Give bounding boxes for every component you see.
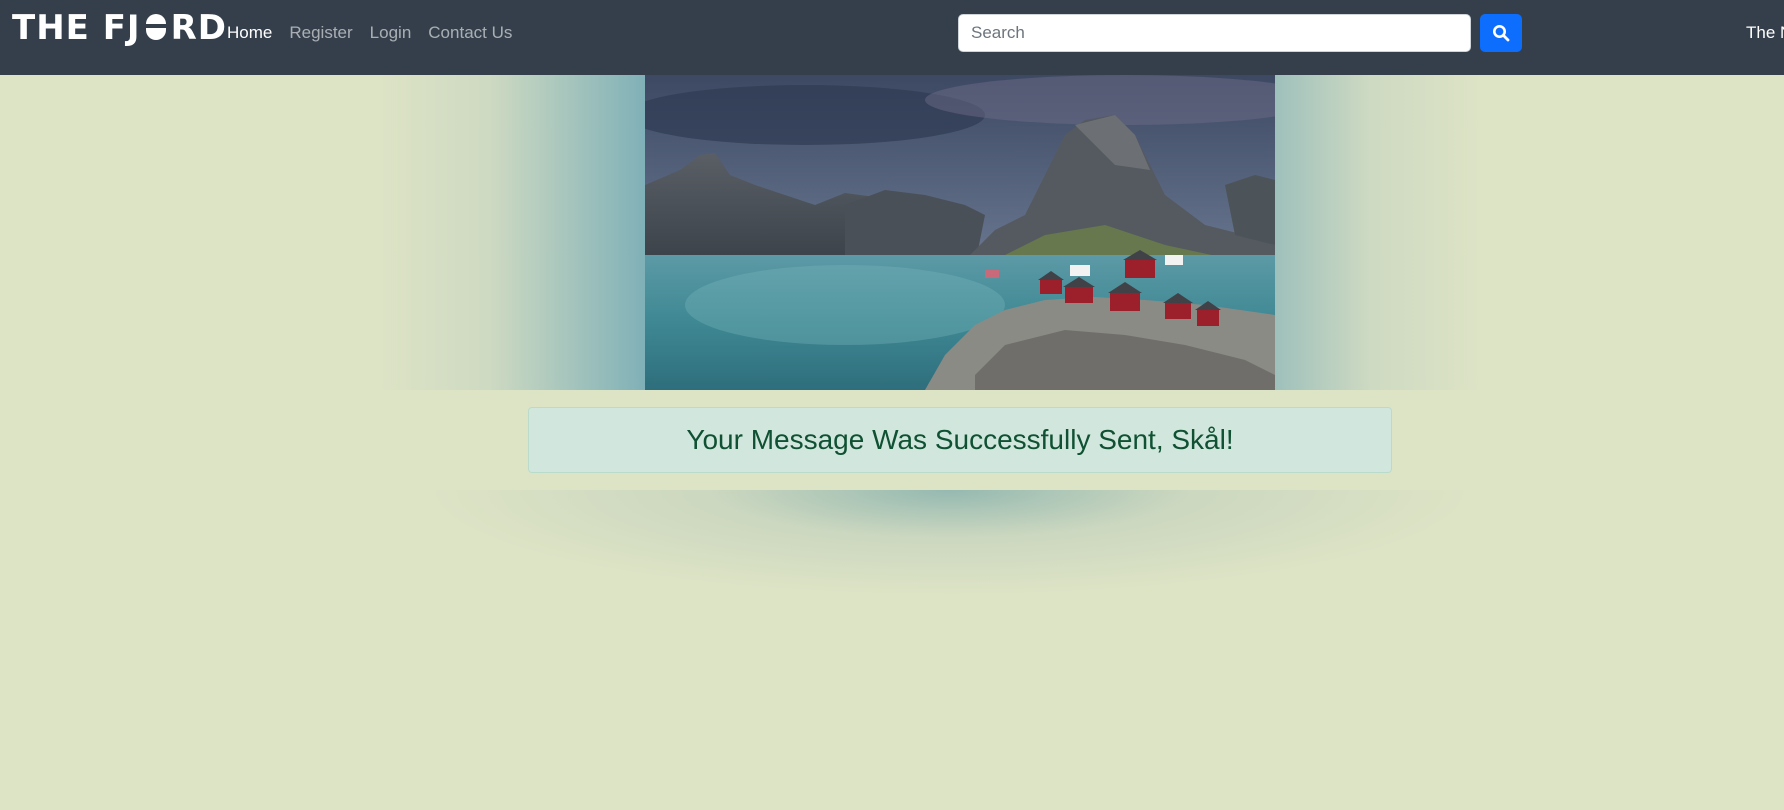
brand-logo[interactable]: THE FJ RD [12, 8, 227, 48]
nav-link-contact-us[interactable]: Contact Us [428, 22, 512, 44]
search-input[interactable] [958, 14, 1471, 52]
top-navbar: THE FJ RD Home Register Login Contact Us … [0, 0, 1784, 75]
success-alert: Your Message Was Successfully Sent, Skål… [528, 407, 1392, 473]
nav-link-register[interactable]: Register [289, 22, 352, 44]
hero-image [645, 75, 1275, 390]
nav-links: Home Register Login Contact Us [227, 22, 512, 44]
nav-link-home[interactable]: Home [227, 22, 272, 44]
brand-text: THE FJ [12, 8, 141, 48]
decorative-shadow [430, 490, 1470, 640]
navbar-right-text: The N [1746, 23, 1784, 42]
brand-o-icon [143, 14, 169, 42]
search-icon [1493, 25, 1510, 42]
nav-link-login[interactable]: Login [370, 22, 412, 44]
search-button[interactable] [1480, 14, 1522, 52]
success-message: Your Message Was Successfully Sent, Skål… [686, 424, 1234, 455]
brand-text-suffix: RD [170, 8, 227, 48]
